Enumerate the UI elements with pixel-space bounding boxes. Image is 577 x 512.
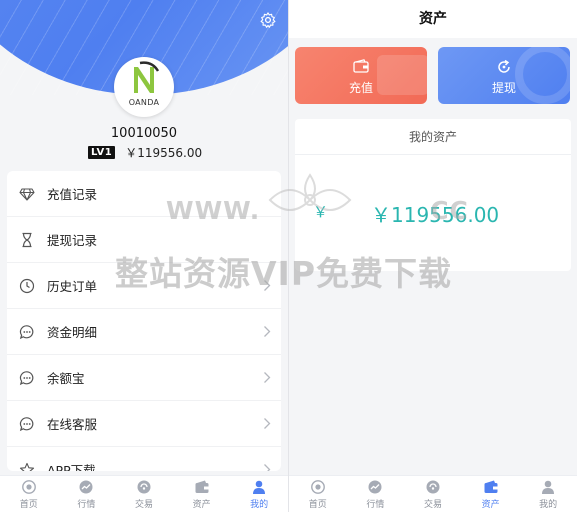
- chart-icon: [79, 480, 93, 493]
- chevron-right-icon: [264, 372, 271, 383]
- star-icon: [19, 462, 35, 471]
- tab-label: 行情: [77, 499, 96, 510]
- menu-item-balance-treasure[interactable]: 余额宝: [7, 355, 281, 401]
- menu-item-online-service[interactable]: 在线客服: [7, 401, 281, 447]
- balance-text: ￥119556.00: [125, 145, 203, 160]
- hourglass-icon: [19, 232, 35, 248]
- user-icon: [542, 480, 555, 494]
- clock-icon: [19, 278, 35, 294]
- trade-icon: [426, 480, 440, 493]
- level-balance-row: LV1 ￥119556.00: [88, 144, 202, 160]
- menu-item-app-download[interactable]: APP下载: [7, 447, 281, 471]
- watermark-url: WWW. CC: [166, 196, 469, 225]
- tab-assets[interactable]: 资产: [173, 476, 231, 512]
- watermark-text: 整站资源VIP免费下载: [115, 254, 453, 293]
- page-title: 资产: [289, 0, 577, 38]
- diamond-icon: [19, 186, 35, 202]
- home-icon: [21, 479, 36, 494]
- recharge-button[interactable]: 充值: [295, 47, 427, 104]
- tab-trade[interactable]: 交易: [115, 476, 173, 512]
- recharge-label: 充值: [348, 81, 373, 95]
- chevron-right-icon: [264, 418, 271, 429]
- avatar-brand-text: OANDA: [128, 98, 160, 107]
- menu-item-fund-details[interactable]: 资金明细: [7, 309, 281, 355]
- assets-title: 我的资产: [295, 119, 571, 155]
- tab-label: 行情: [366, 499, 385, 510]
- chat-bubble-icon: [19, 324, 35, 340]
- user-id: 10010050: [110, 126, 178, 141]
- tab-label: 首页: [308, 499, 327, 510]
- gear-icon[interactable]: [259, 11, 277, 29]
- menu-item-label: APP下载: [47, 463, 96, 471]
- trade-icon: [137, 480, 151, 493]
- menu-item-label: 资金明细: [47, 325, 98, 340]
- tab-label: 首页: [19, 499, 38, 510]
- tab-label: 我的: [250, 499, 269, 510]
- tab-mine[interactable]: 我的: [230, 476, 288, 512]
- tab-home[interactable]: 首页: [0, 476, 58, 512]
- tab-label: 资产: [481, 499, 500, 510]
- profile-header: OANDA 10010050 LV1 ￥119556.00: [0, 0, 288, 175]
- withdraw-button[interactable]: 提现: [438, 47, 570, 104]
- tab-label: 资产: [192, 499, 211, 510]
- oanda-logo-icon: [134, 61, 160, 93]
- tab-label: 交易: [134, 499, 153, 510]
- tab-market[interactable]: 行情: [58, 476, 116, 512]
- chat-bubble-icon: [19, 416, 35, 432]
- user-icon: [253, 480, 266, 494]
- wallet-icon: [195, 480, 209, 493]
- menu-item-label: 历史订单: [47, 279, 98, 294]
- tab-label: 我的: [539, 499, 558, 510]
- wallet-icon: [484, 480, 498, 493]
- wallet-icon: [353, 59, 369, 73]
- chevron-right-icon: [264, 464, 271, 471]
- withdraw-label: 提现: [491, 81, 516, 95]
- menu-item-label: 在线客服: [47, 417, 98, 432]
- bottom-tab-bar: 首页 行情 交易 资产 我的: [289, 475, 577, 512]
- tab-trade[interactable]: 交易: [404, 476, 462, 512]
- menu-item-label: 充值记录: [47, 187, 98, 202]
- tab-market[interactable]: 行情: [347, 476, 405, 512]
- home-icon: [310, 479, 325, 494]
- tab-mine[interactable]: 我的: [519, 476, 577, 512]
- tab-assets[interactable]: 资产: [462, 476, 520, 512]
- menu-item-label: 提现记录: [47, 233, 98, 248]
- chart-icon: [368, 480, 382, 493]
- menu-item-label: 余额宝: [47, 371, 85, 386]
- level-badge: LV1: [88, 145, 116, 159]
- refresh-icon: [498, 59, 510, 73]
- tab-home[interactable]: 首页: [289, 476, 347, 512]
- avatar[interactable]: OANDA: [114, 57, 174, 117]
- chevron-right-icon: [264, 326, 271, 337]
- bottom-tab-bar: 首页 行情 交易 资产 我的: [0, 475, 288, 512]
- chat-bubble-icon: [19, 370, 35, 386]
- tab-label: 交易: [423, 499, 442, 510]
